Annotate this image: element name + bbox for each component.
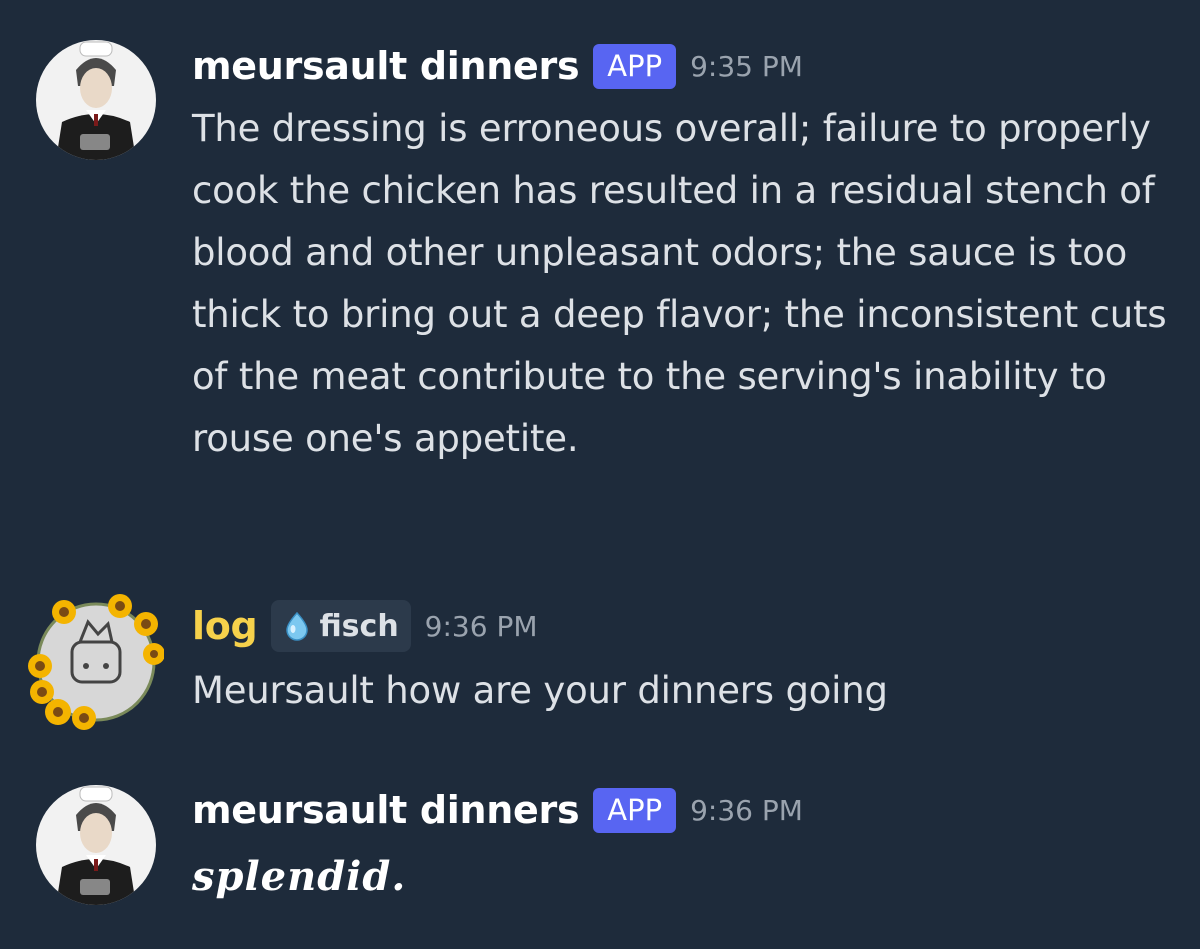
- message-text: The dressing is erroneous overall; failu…: [192, 107, 1167, 460]
- message-header: log fisch 9:36 PM: [192, 598, 538, 654]
- chef-avatar[interactable]: [36, 40, 156, 160]
- app-badge: APP: [593, 787, 677, 833]
- chef-portrait-icon: [36, 785, 156, 905]
- app-badge: APP: [593, 43, 677, 89]
- guild-tag-label: fisch: [319, 608, 399, 644]
- author-name[interactable]: log: [192, 604, 258, 648]
- timestamp[interactable]: 9:36 PM: [690, 794, 803, 827]
- water-drop-icon: [286, 611, 309, 641]
- chef-portrait-icon: [36, 40, 156, 160]
- message-text: splendid.: [192, 853, 407, 900]
- timestamp[interactable]: 9:36 PM: [425, 610, 538, 643]
- timestamp[interactable]: 9:35 PM: [690, 50, 803, 83]
- chef-avatar[interactable]: [36, 785, 156, 905]
- author-name[interactable]: meursault dinners: [192, 788, 580, 832]
- sunflower-wreath-icon: [28, 594, 164, 730]
- message-header: meursault dinners APP 9:35 PM: [192, 38, 803, 94]
- message-header: meursault dinners APP 9:36 PM: [192, 782, 803, 838]
- sunflower-avatar[interactable]: [28, 594, 164, 730]
- guild-tag-badge[interactable]: fisch: [271, 600, 411, 652]
- author-name[interactable]: meursault dinners: [192, 44, 580, 88]
- message-text: Meursault how are your dinners going: [192, 669, 888, 712]
